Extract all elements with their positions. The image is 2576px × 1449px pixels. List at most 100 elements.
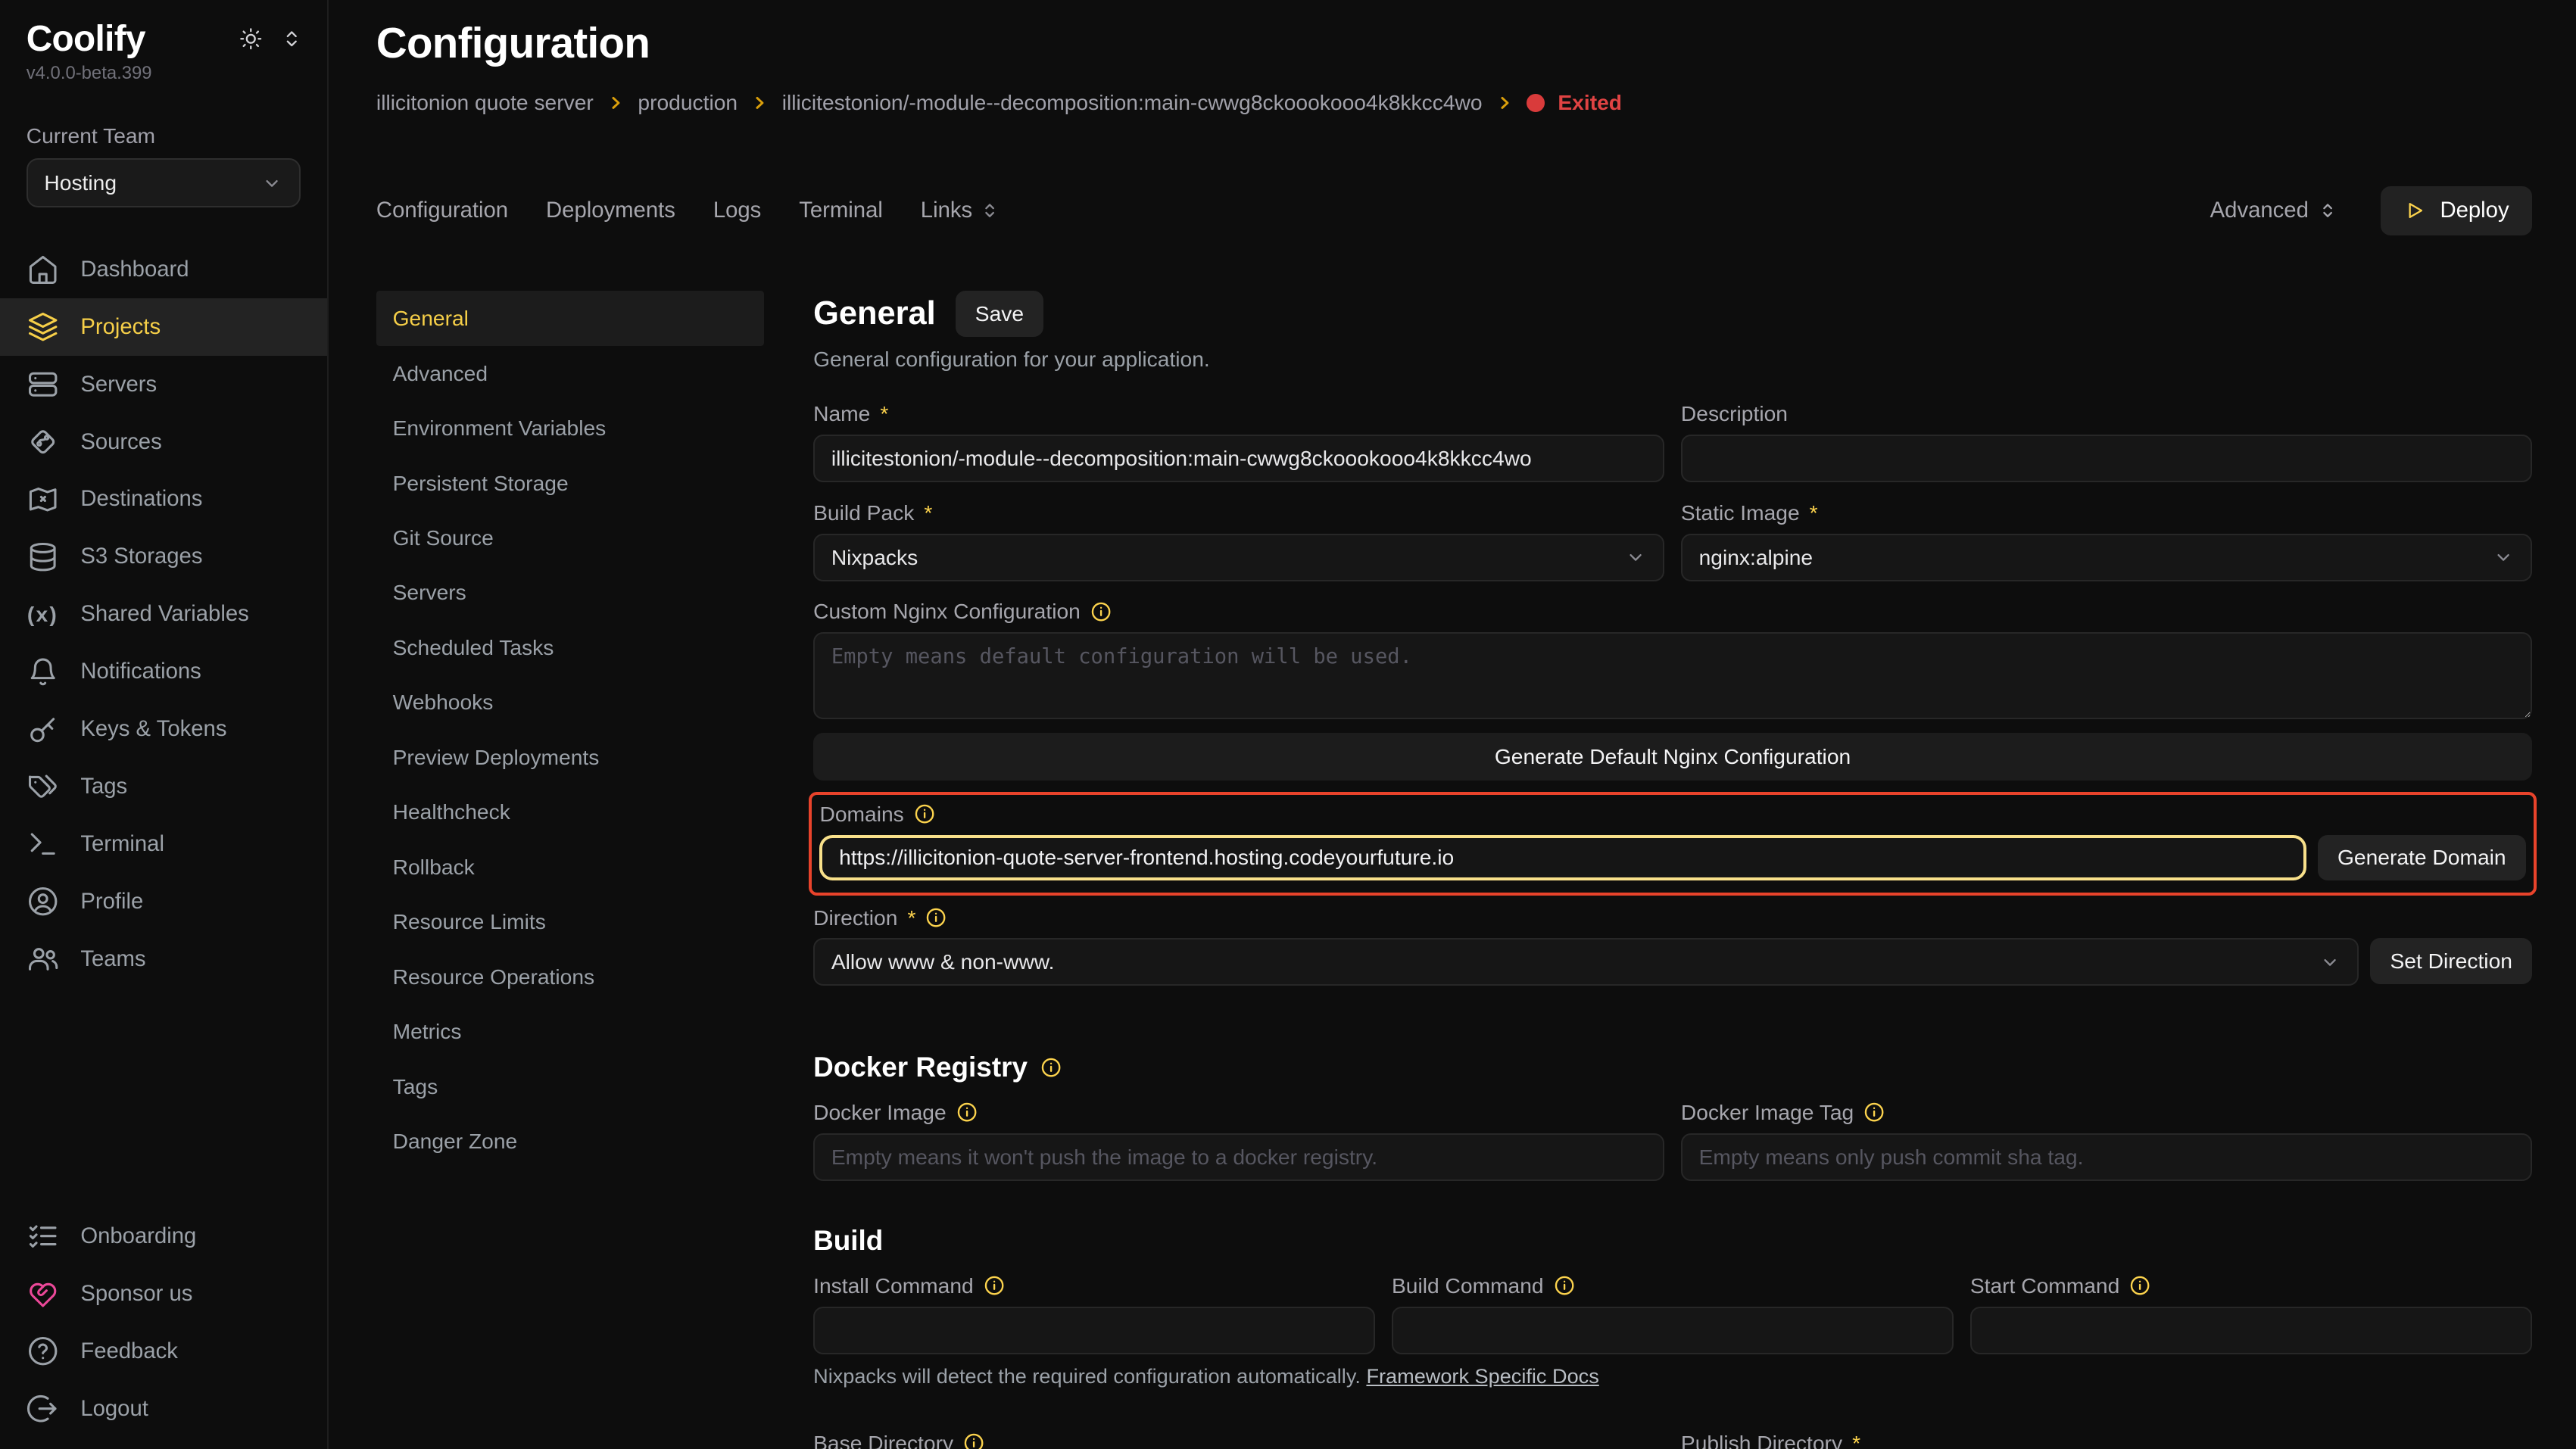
config-nav-general[interactable]: General bbox=[376, 291, 764, 345]
tab-terminal[interactable]: Terminal bbox=[799, 198, 883, 223]
build-pack-label: Build Pack* bbox=[813, 500, 1664, 525]
docker-registry-title: Docker Registry bbox=[813, 1052, 2532, 1083]
config-nav-git-source[interactable]: Git Source bbox=[376, 510, 764, 565]
info-icon[interactable] bbox=[956, 1102, 978, 1123]
sidebar-item-terminal[interactable]: Terminal bbox=[0, 815, 327, 873]
framework-docs-link[interactable]: Framework Specific Docs bbox=[1366, 1364, 1598, 1388]
sidebar-item-logout[interactable]: Logout bbox=[0, 1380, 327, 1438]
sidebar-item-destinations[interactable]: Destinations bbox=[0, 471, 327, 528]
sun-icon bbox=[239, 26, 264, 51]
sidebar-item-sponsor-us[interactable]: Sponsor us bbox=[0, 1265, 327, 1323]
sidebar-item-servers[interactable]: Servers bbox=[0, 356, 327, 413]
start-command-label: Start Command bbox=[1970, 1273, 2532, 1298]
start-command-input[interactable] bbox=[1970, 1307, 2532, 1354]
tab-configuration[interactable]: Configuration bbox=[376, 198, 508, 223]
advanced-menu[interactable]: Advanced bbox=[2210, 198, 2338, 223]
breadcrumb: illicitonion quote server production ill… bbox=[376, 90, 2532, 115]
info-icon[interactable] bbox=[1554, 1275, 1575, 1296]
tab-links[interactable]: Links bbox=[921, 198, 1000, 223]
info-icon[interactable] bbox=[1040, 1057, 1062, 1078]
sidebar-item-tags[interactable]: Tags bbox=[0, 758, 327, 815]
info-icon[interactable] bbox=[984, 1275, 1005, 1296]
chevrons-up-down-icon bbox=[279, 26, 304, 51]
base-directory-label: Base Directory bbox=[813, 1431, 1664, 1449]
domains-input[interactable] bbox=[819, 835, 2306, 881]
info-icon[interactable] bbox=[1090, 601, 1112, 622]
config-nav-healthcheck[interactable]: Healthcheck bbox=[376, 785, 764, 840]
sidebar-footer-nav: Onboarding Sponsor us Feedback Logout bbox=[0, 1208, 327, 1449]
install-command-input[interactable] bbox=[813, 1307, 1375, 1354]
required-marker: * bbox=[907, 905, 915, 930]
app-logo: Coolify bbox=[27, 18, 145, 60]
sidebar-item-onboarding[interactable]: Onboarding bbox=[0, 1208, 327, 1265]
build-command-label: Build Command bbox=[1392, 1273, 1954, 1298]
sidebar-item-label: Teams bbox=[80, 946, 145, 972]
config-nav-servers[interactable]: Servers bbox=[376, 566, 764, 620]
config-nav-rollback[interactable]: Rollback bbox=[376, 840, 764, 894]
sidebar-item-label: Profile bbox=[80, 889, 143, 915]
info-icon[interactable] bbox=[925, 907, 947, 928]
chevron-right-icon bbox=[1495, 94, 1514, 112]
generate-nginx-button[interactable]: Generate Default Nginx Configuration bbox=[813, 733, 2532, 781]
sidebar-item-label: Terminal bbox=[80, 831, 164, 857]
required-marker: * bbox=[1852, 1431, 1860, 1449]
sidebar-item-sources[interactable]: Sources bbox=[0, 413, 327, 471]
config-nav-resource-operations[interactable]: Resource Operations bbox=[376, 949, 764, 1004]
config-nav-environment-variables[interactable]: Environment Variables bbox=[376, 400, 764, 455]
info-icon[interactable] bbox=[914, 803, 935, 824]
theme-toggle-button[interactable] bbox=[239, 26, 264, 51]
tab-logs[interactable]: Logs bbox=[713, 198, 762, 223]
terminal-icon bbox=[27, 827, 59, 860]
domains-label: Domains bbox=[819, 802, 2525, 827]
sidebar-item-profile[interactable]: Profile bbox=[0, 873, 327, 930]
config-nav-advanced[interactable]: Advanced bbox=[376, 346, 764, 400]
generate-domain-button[interactable]: Generate Domain bbox=[2318, 835, 2526, 881]
deploy-button[interactable]: Deploy bbox=[2381, 186, 2532, 235]
breadcrumb-environment[interactable]: production bbox=[638, 90, 738, 115]
sidebar-item-teams[interactable]: Teams bbox=[0, 930, 327, 988]
docker-image-tag-input[interactable] bbox=[1681, 1133, 2532, 1181]
nixpacks-hint: Nixpacks will detect the required config… bbox=[813, 1364, 2532, 1388]
config-nav-metrics[interactable]: Metrics bbox=[376, 1004, 764, 1058]
sidebar-item-label: Onboarding bbox=[80, 1223, 196, 1249]
sidebar-item-keys-tokens[interactable]: Keys & Tokens bbox=[0, 700, 327, 758]
build-command-input[interactable] bbox=[1392, 1307, 1954, 1354]
sidebar-item-notifications[interactable]: Notifications bbox=[0, 643, 327, 700]
config-nav-webhooks[interactable]: Webhooks bbox=[376, 675, 764, 730]
sidebar-item-shared-variables[interactable]: (x) Shared Variables bbox=[0, 585, 327, 643]
name-input[interactable] bbox=[813, 435, 1664, 482]
docker-image-input[interactable] bbox=[813, 1133, 1664, 1181]
config-nav-tags[interactable]: Tags bbox=[376, 1059, 764, 1114]
page-title: Configuration bbox=[376, 18, 2532, 67]
description-input[interactable] bbox=[1681, 435, 2532, 482]
users-icon bbox=[27, 943, 59, 975]
team-select-value: Hosting bbox=[44, 170, 117, 195]
info-icon[interactable] bbox=[963, 1432, 984, 1449]
team-select[interactable]: Hosting bbox=[27, 158, 301, 207]
save-button[interactable]: Save bbox=[956, 291, 1043, 337]
sidebar-collapse-button[interactable] bbox=[279, 26, 304, 51]
sidebar-item-projects[interactable]: Projects bbox=[0, 298, 327, 356]
config-nav-persistent-storage[interactable]: Persistent Storage bbox=[376, 456, 764, 510]
breadcrumb-project[interactable]: illicitonion quote server bbox=[376, 90, 594, 115]
info-icon[interactable] bbox=[2129, 1275, 2150, 1296]
config-nav-danger-zone[interactable]: Danger Zone bbox=[376, 1114, 764, 1168]
set-direction-button[interactable]: Set Direction bbox=[2370, 938, 2532, 984]
breadcrumb-application[interactable]: illicitestonion/-module--decomposition:m… bbox=[782, 90, 1483, 115]
sidebar-item-feedback[interactable]: Feedback bbox=[0, 1323, 327, 1380]
sidebar-item-s3-storages[interactable]: S3 Storages bbox=[0, 528, 327, 585]
static-image-select[interactable]: nginx:alpine bbox=[1681, 534, 2532, 581]
config-nav-scheduled-tasks[interactable]: Scheduled Tasks bbox=[376, 620, 764, 675]
checklist-icon bbox=[27, 1220, 59, 1252]
info-icon[interactable] bbox=[1863, 1102, 1885, 1123]
required-marker: * bbox=[1810, 500, 1818, 525]
build-pack-select[interactable]: Nixpacks bbox=[813, 534, 1664, 581]
sidebar-item-dashboard[interactable]: Dashboard bbox=[0, 241, 327, 298]
tab-deployments[interactable]: Deployments bbox=[546, 198, 675, 223]
app-tabs: Configuration Deployments Logs Terminal … bbox=[376, 198, 1000, 223]
config-nav-preview-deployments[interactable]: Preview Deployments bbox=[376, 730, 764, 784]
chevron-down-icon bbox=[2493, 547, 2514, 568]
config-nav-resource-limits[interactable]: Resource Limits bbox=[376, 895, 764, 949]
direction-select[interactable]: Allow www & non-www. bbox=[813, 938, 2359, 986]
custom-nginx-textarea[interactable] bbox=[813, 632, 2532, 719]
